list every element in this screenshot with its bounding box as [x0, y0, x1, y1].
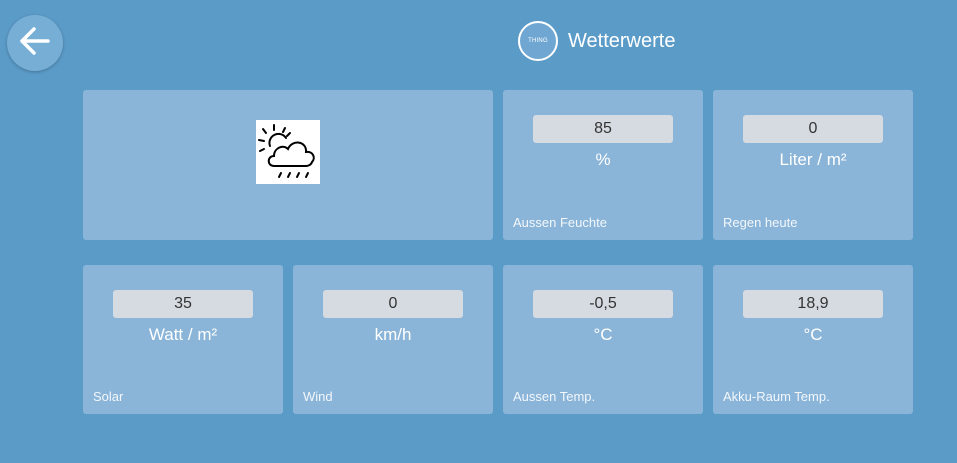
unit-label: °C: [803, 325, 823, 344]
back-button[interactable]: [7, 15, 63, 71]
unit-label: km/h: [374, 325, 412, 344]
weather-tile[interactable]: [83, 90, 493, 240]
partly-cloudy-rain-icon: [256, 120, 320, 184]
outdoor-temp-tile[interactable]: -0,5 °C Aussen Temp.: [503, 265, 703, 414]
tile-caption: Wind: [303, 389, 333, 404]
tile-caption: Regen heute: [723, 215, 798, 230]
tile-caption: Solar: [93, 389, 124, 404]
value-field: 85: [533, 115, 673, 143]
tile-caption: Akku-Raum Temp.: [723, 389, 830, 404]
wind-tile[interactable]: 0 km/h Wind: [293, 265, 493, 414]
value-field: 0: [323, 290, 463, 318]
arrow-left-icon: [18, 26, 52, 61]
unit-label: %: [595, 150, 611, 169]
battery-room-temp-tile[interactable]: 18,9 °C Akku-Raum Temp.: [713, 265, 913, 414]
value-field: 18,9: [743, 290, 883, 318]
unit-label: Watt / m²: [148, 325, 218, 344]
value-field: -0,5: [533, 290, 673, 318]
tile-caption: Aussen Feuchte: [513, 215, 607, 230]
page-title: Wetterwerte: [568, 29, 676, 52]
unit-label: °C: [593, 325, 613, 344]
unit-label: Liter / m²: [779, 150, 847, 169]
thing-icon: THING: [518, 21, 558, 61]
solar-tile[interactable]: 35 Watt / m² Solar: [83, 265, 283, 414]
rain-tile[interactable]: 0 Liter / m² Regen heute: [713, 90, 913, 240]
page-header: THING Wetterwerte: [518, 20, 675, 62]
humidity-tile[interactable]: 85 % Aussen Feuchte: [503, 90, 703, 240]
value-field: 0: [743, 115, 883, 143]
tile-caption: Aussen Temp.: [513, 389, 596, 404]
value-field: 35: [113, 290, 253, 318]
